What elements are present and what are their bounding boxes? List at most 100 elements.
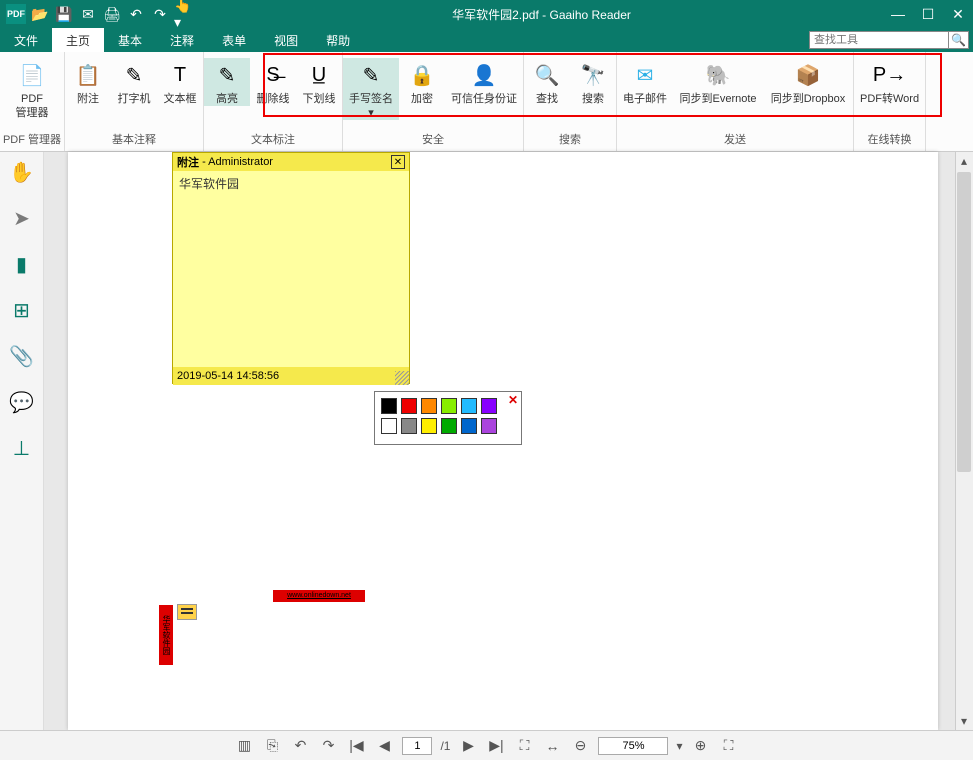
ribbon-group: ✉电子邮件🐘同步到Evernote📦同步到Dropbox发送 [617,52,854,151]
ribbon-button[interactable]: 📋附注 [65,58,111,106]
scroll-thumb[interactable] [957,172,971,472]
pointer-tool-icon[interactable]: ➤ [8,204,36,232]
sb-icon[interactable]: ▥ [234,736,254,756]
menu-view[interactable]: 视图 [260,28,312,52]
sb-icon[interactable]: ⎘ [262,736,282,756]
qat-open-icon[interactable]: 📂 [30,4,50,24]
window-title: 华军软件园2.pdf - Gaaiho Reader [200,6,883,23]
qat-print-icon[interactable]: 🖨 [102,4,122,24]
ribbon-group: 📋附注✎打字机T文本框基本注释 [65,52,204,151]
color-swatch[interactable] [461,418,477,434]
ribbon-button[interactable]: ✎高亮 [204,58,250,106]
menu-file[interactable]: 文件 [0,28,52,52]
ribbon-button[interactable]: 🐘同步到Evernote [673,58,763,106]
page-note-icon[interactable] [177,604,197,620]
ribbon-button-label: PDF转Word [860,92,919,106]
color-swatch[interactable] [401,398,417,414]
ribbon-button[interactable]: 📦 同步到Dropbox [763,58,853,106]
ribbon-button-label: 同步到Dropbox [771,92,846,106]
stamp-tool-icon[interactable]: ⊥ [8,434,36,462]
search-container: 🔍 [809,28,973,52]
sb-zoom-out-icon[interactable]: ⊖ [570,736,590,756]
color-swatch[interactable] [381,398,397,414]
ribbon-button[interactable]: ✎手写签名▾ [343,58,399,120]
menu-annotate[interactable]: 注释 [156,28,208,52]
zoom-input[interactable] [598,737,668,755]
sticky-note-header[interactable]: 附注 - Administrator ✕ [173,153,409,171]
color-swatch[interactable] [421,398,437,414]
ribbon-button[interactable]: 📄PDF管理器 [0,58,64,120]
ribbon-button-label: 电子邮件 [623,92,667,106]
sticky-resize-handle[interactable] [395,371,409,385]
ribbon-button[interactable]: 🔒加密 [399,58,445,106]
scroll-up-icon[interactable]: ▴ [955,152,973,170]
qat-save-icon[interactable]: 💾 [54,4,74,24]
sticky-note-body[interactable]: 华军软件园 [173,171,409,367]
ribbon-button[interactable]: 👤可信任身份证 [445,58,523,106]
minimize-button[interactable]: — [883,0,913,28]
scroll-down-icon[interactable]: ▾ [955,712,973,730]
color-swatch[interactable] [461,398,477,414]
sb-fit-page-icon[interactable]: ⛶ [514,736,534,756]
qat-redo-icon[interactable]: ↷ [150,4,170,24]
sb-next-page-icon[interactable]: ▶ [458,736,478,756]
sb-first-page-icon[interactable]: |◀ [346,736,366,756]
palette-close-icon[interactable]: ✕ [507,394,519,406]
menu-home[interactable]: 主页 [52,28,104,52]
ribbon-button[interactable]: U̲下划线 [296,58,342,106]
color-palette[interactable]: ✕ [374,391,522,445]
close-button[interactable]: ✕ [943,0,973,28]
ribbon-button[interactable]: ✎打字机 [111,58,157,106]
ribbon-group: P→PDF转Word 在线转换 [854,52,926,151]
sb-rotate-right-icon[interactable]: ↷ [318,736,338,756]
vertical-scrollbar[interactable]: ▴ ▾ [955,152,973,730]
ribbon-button[interactable]: 🔭搜索 [570,58,616,106]
color-swatch[interactable] [381,418,397,434]
search-input[interactable] [809,31,949,49]
menu-help[interactable]: 帮助 [312,28,364,52]
zoom-dropdown-icon[interactable]: ▾ [676,739,682,753]
ribbon-button-label: 打字机 [118,92,151,106]
ribbon-button-label: 同步到Evernote [679,92,756,106]
sb-rotate-left-icon[interactable]: ↶ [290,736,310,756]
page-number-input[interactable] [402,737,432,755]
ribbon-group-label: 在线转换 [854,128,925,151]
sb-fullscreen-icon[interactable]: ⛶ [719,736,739,756]
color-swatch[interactable] [481,418,497,434]
color-swatch[interactable] [441,398,457,414]
sb-fit-width-icon[interactable]: ↔ [542,736,562,756]
qat-pdf-icon[interactable]: PDF [6,4,26,24]
color-swatch[interactable] [481,398,497,414]
qat-hand-dropdown-icon[interactable]: 👆▾ [174,4,194,24]
menu-form[interactable]: 表单 [208,28,260,52]
sb-last-page-icon[interactable]: ▶| [486,736,506,756]
color-swatch[interactable] [421,418,437,434]
ribbon-button-icon: 📦 [795,62,821,88]
menu-basic[interactable]: 基本 [104,28,156,52]
sb-zoom-in-icon[interactable]: ⊕ [691,736,711,756]
search-button[interactable]: 🔍 [949,31,969,49]
qat-undo-icon[interactable]: ↶ [126,4,146,24]
ribbon-button[interactable]: T文本框 [157,58,203,106]
ribbon-button[interactable]: 🔍查找 [524,58,570,106]
ribbon-button[interactable]: S̶删除线 [250,58,296,106]
url-highlight[interactable]: www.onlinedown.net [273,590,365,602]
sb-prev-page-icon[interactable]: ◀ [374,736,394,756]
bookmark-panel-icon[interactable]: ▮ [8,250,36,278]
comment-panel-icon[interactable]: 💬 [8,388,36,416]
ribbon-button[interactable]: ✉电子邮件 [617,58,673,106]
sticky-note[interactable]: 附注 - Administrator ✕ 华军软件园 2019-05-14 14… [172,152,410,384]
ribbon-button-icon: ✎ [214,62,240,88]
qat-mail-icon[interactable]: ✉ [78,4,98,24]
sticky-note-footer: 2019-05-14 14:58:56 [173,367,409,385]
thumbnail-panel-icon[interactable]: ⊞ [8,296,36,324]
hand-tool-icon[interactable]: ✋ [8,158,36,186]
attachment-panel-icon[interactable]: 📎 [8,342,36,370]
vertical-red-strip[interactable]: 华军软件园 [159,605,173,665]
ribbon-button[interactable]: P→PDF转Word [854,58,925,106]
color-swatch[interactable] [401,418,417,434]
color-swatch[interactable] [441,418,457,434]
sticky-close-icon[interactable]: ✕ [391,155,405,169]
maximize-button[interactable]: ☐ [913,0,943,28]
ribbon-button-icon: 👤 [471,62,497,88]
